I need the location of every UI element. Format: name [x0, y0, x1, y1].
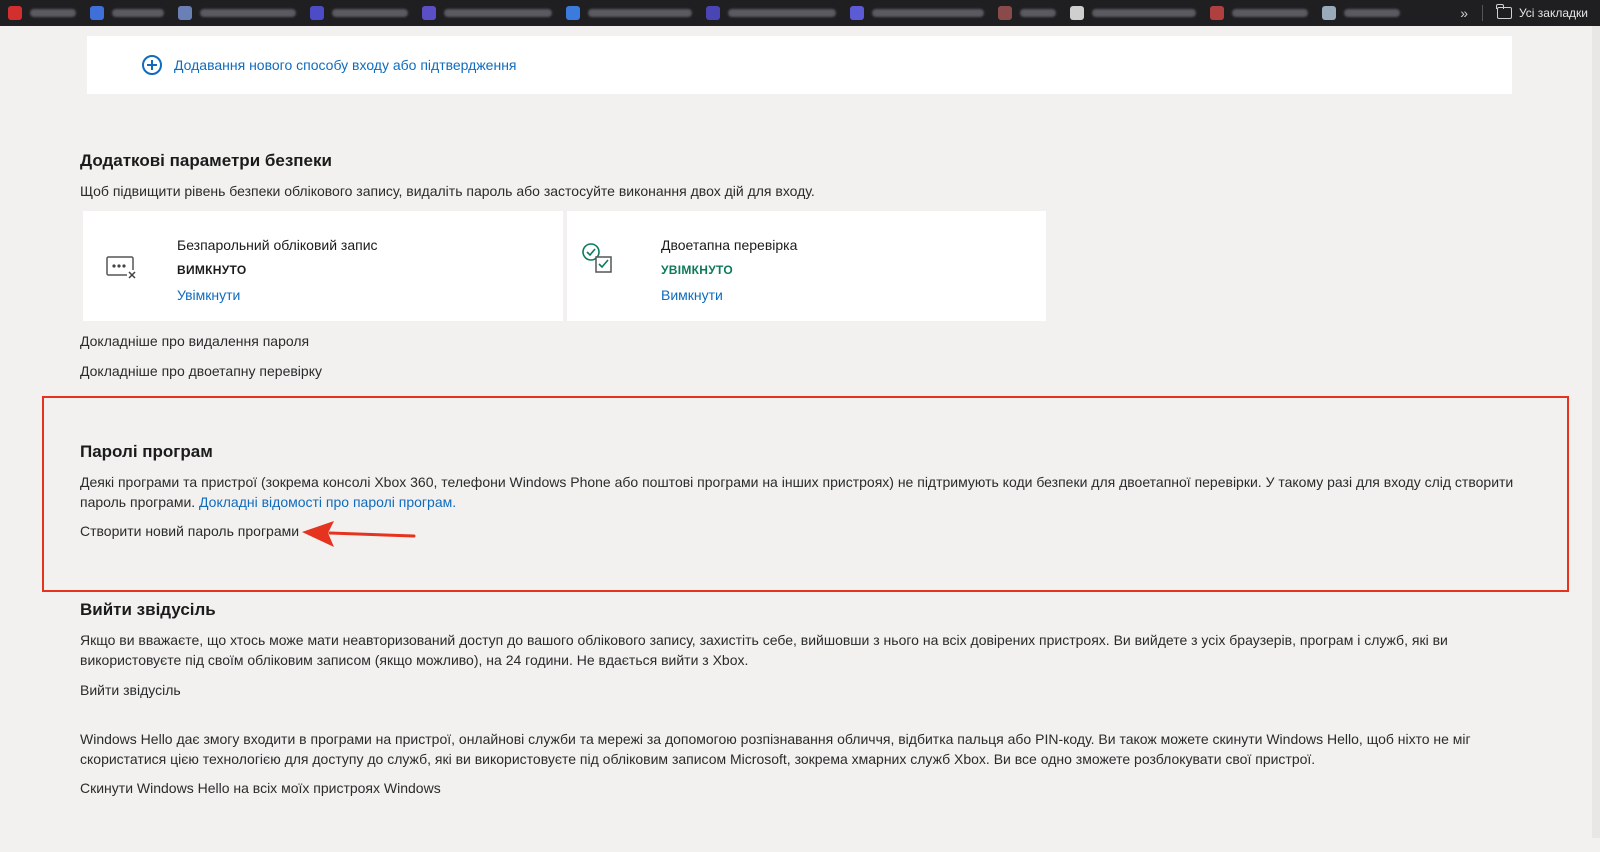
two-step-title: Двоетапна перевірка	[661, 237, 798, 253]
passwordless-card: Безпарольний обліковий запис ВИМКНУТО Ув…	[83, 211, 563, 321]
sign-out-everywhere-description: Якщо ви вважаєте, що хтось може мати неа…	[80, 630, 1560, 670]
reset-windows-hello-link[interactable]: Скинути Windows Hello на всіх моїх прист…	[80, 778, 441, 798]
bookmark-item[interactable]	[90, 0, 164, 26]
bookmark-label	[332, 9, 408, 17]
bookmark-label	[1092, 9, 1196, 17]
bookmark-favicon-icon	[566, 6, 580, 20]
add-circle-icon[interactable]	[142, 55, 162, 75]
bookmark-favicon-icon	[1070, 6, 1084, 20]
learn-two-step-link[interactable]: Докладніше про двоетапну перевірку	[80, 361, 322, 381]
bookmark-item[interactable]	[1322, 0, 1400, 26]
additional-security-title: Додаткові параметри безпеки	[80, 151, 332, 170]
bookmark-label	[200, 9, 296, 17]
app-passwords-title: Паролі програм	[80, 442, 213, 461]
more-bookmarks-chevron-icon[interactable]: »	[1460, 5, 1468, 21]
bookmark-label	[112, 9, 164, 17]
bottom-cutoff	[0, 838, 1600, 852]
bookmark-favicon-icon	[178, 6, 192, 20]
create-app-password-link[interactable]: Створити новий пароль програми	[80, 521, 299, 541]
two-step-card: Двоетапна перевірка УВІМКНУТО Вимкнути	[567, 211, 1046, 321]
sign-out-description-line1: Якщо ви вважаєте, що хтось може мати неа…	[80, 632, 1448, 648]
two-step-icon	[580, 241, 612, 273]
bookmark-item[interactable]	[706, 0, 836, 26]
learn-remove-password-link[interactable]: Докладніше про видалення пароля	[80, 331, 309, 351]
bookmark-label	[588, 9, 692, 17]
bookmark-item[interactable]	[1070, 0, 1196, 26]
bookmark-item[interactable]	[1210, 0, 1308, 26]
bookmark-label	[1020, 9, 1056, 17]
bookmark-favicon-icon	[706, 6, 720, 20]
bookmarks-right-area: » Усі закладки	[1452, 0, 1600, 26]
bookmark-item[interactable]	[566, 0, 692, 26]
passwordless-title: Безпарольний обліковий запис	[177, 237, 378, 253]
folder-icon	[1496, 4, 1512, 19]
bookmark-label	[30, 9, 76, 17]
bookmark-item[interactable]	[850, 0, 984, 26]
bookmarks-bar: » Усі закладки	[0, 0, 1600, 26]
page-scrollbar[interactable]	[1592, 26, 1600, 852]
bookmark-item[interactable]	[8, 0, 76, 26]
bookmark-item[interactable]	[998, 0, 1056, 26]
passwordless-icon	[105, 251, 137, 283]
bookmark-label	[728, 9, 836, 17]
bookmark-label	[444, 9, 552, 17]
bookmark-item[interactable]	[422, 0, 552, 26]
bookmark-label	[1232, 9, 1308, 17]
bookmark-label	[1344, 9, 1400, 17]
app-passwords-description-line2: пароль програми.	[80, 494, 196, 510]
bookmark-favicon-icon	[422, 6, 436, 20]
add-method-card: Додавання нового способу входу або підтв…	[87, 36, 1512, 94]
bookmark-favicon-icon	[1322, 6, 1336, 20]
bookmark-favicon-icon	[998, 6, 1012, 20]
add-method-link[interactable]: Додавання нового способу входу або підтв…	[174, 57, 517, 73]
bookmark-item[interactable]	[310, 0, 408, 26]
bookmark-favicon-icon	[8, 6, 22, 20]
bookmark-label	[872, 9, 984, 17]
windows-hello-description-line2: скористатися цією технологією для доступ…	[80, 751, 1316, 767]
bookmark-favicon-icon	[850, 6, 864, 20]
additional-security-description: Щоб підвищити рівень безпеки облікового …	[80, 183, 815, 199]
two-step-status: УВІМКНУТО	[661, 263, 733, 277]
all-bookmarks-button[interactable]: Усі закладки	[1519, 6, 1588, 20]
two-step-turn-off-link[interactable]: Вимкнути	[661, 287, 723, 303]
bookmark-favicon-icon	[90, 6, 104, 20]
sign-out-everywhere-link[interactable]: Вийти звідусіль	[80, 680, 181, 700]
windows-hello-description-line1: Windows Hello дає змогу входити в програ…	[80, 731, 1471, 747]
app-passwords-description-line1: Деякі програми та пристрої (зокрема конс…	[80, 474, 1514, 490]
bookmarks-divider	[1481, 5, 1483, 21]
sign-out-description-line2: використовуєте під своїм обліковим запис…	[80, 652, 749, 668]
bookmark-favicon-icon	[1210, 6, 1224, 20]
red-arrow-annotation-icon	[302, 521, 416, 547]
windows-hello-description: Windows Hello дає змогу входити в програ…	[80, 729, 1560, 769]
passwordless-status: ВИМКНУТО	[177, 263, 247, 277]
bookmark-item[interactable]	[178, 0, 296, 26]
sign-out-everywhere-title: Вийти звідусіль	[80, 600, 216, 619]
bookmark-favicon-icon	[310, 6, 324, 20]
app-passwords-learn-link[interactable]: Докладні відомості про паролі програм.	[199, 494, 456, 510]
passwordless-turn-on-link[interactable]: Увімкнути	[177, 287, 240, 303]
app-passwords-description: Деякі програми та пристрої (зокрема конс…	[80, 472, 1560, 512]
